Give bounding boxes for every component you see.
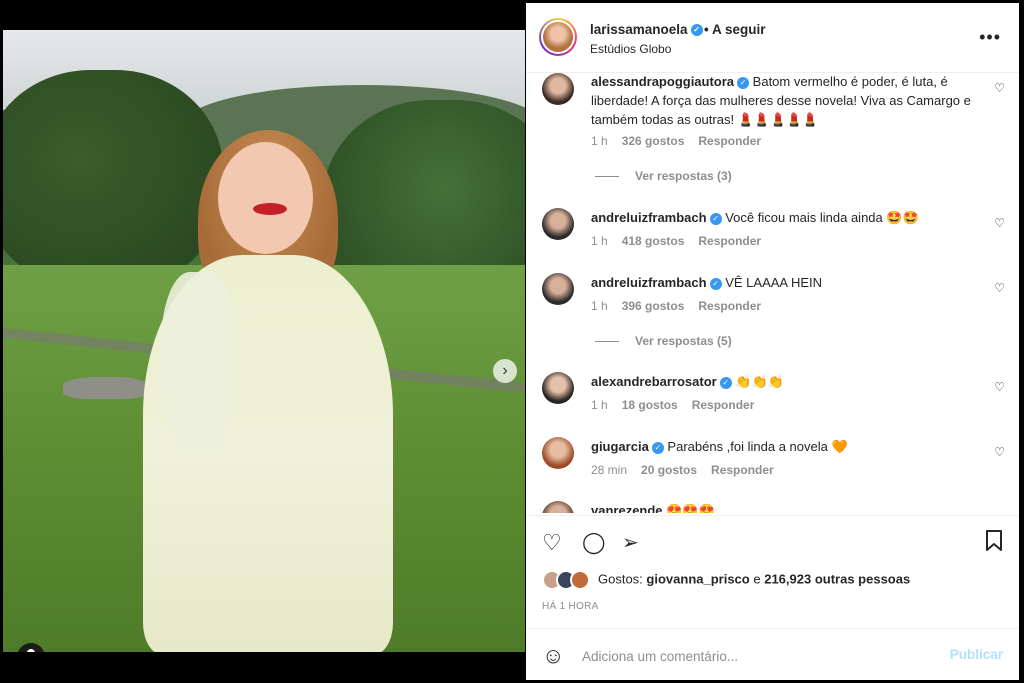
liker-username[interactable]: giovanna_prisco (646, 571, 749, 586)
commenter-avatar[interactable] (542, 208, 574, 240)
comment-username[interactable]: alexandrebarrosator (591, 374, 717, 389)
comment-body: giugarcia ✓ Parabéns ,foi linda a novela … (591, 437, 971, 456)
post-actions: ♡ ◯ ➢ (526, 515, 1019, 570)
commenter-avatar[interactable] (542, 372, 574, 404)
verified-icon: ✓ (709, 212, 722, 225)
likes-prefix: Gostos: (598, 571, 643, 587)
save-bookmark-icon[interactable] (985, 530, 1003, 558)
likes-summary: Gostos: giovanna_prisco e 216,923 outras… (542, 570, 910, 590)
likers-avatars (542, 570, 592, 590)
reply-button[interactable]: Responder (698, 134, 761, 148)
commenter-avatar[interactable] (542, 73, 574, 105)
comment-text: VÊ LAAAA HEIN (725, 275, 823, 290)
next-photo-chevron-icon[interactable]: › (493, 359, 517, 383)
comment-body: vanrezende 😍😍😍 (591, 501, 971, 513)
comment-text: Parabéns ,foi linda a novela 🧡 (667, 439, 848, 454)
like-comment-heart-icon[interactable]: ♡ (994, 380, 1005, 394)
comment-meta: 1 h 326 gostos Responder (591, 134, 775, 148)
comment-likes[interactable]: 326 gostos (622, 134, 685, 148)
post-header: larissamanoela ✓ • A seguir Estúdios Glob… (526, 3, 1019, 73)
post-timestamp[interactable]: HÁ 1 HORA (542, 601, 599, 612)
comment-likes[interactable]: 418 gostos (622, 234, 685, 248)
comment-text: 👏👏👏 (735, 374, 784, 389)
reply-button[interactable]: Responder (711, 463, 774, 477)
reply-button[interactable]: Responder (698, 234, 761, 248)
like-comment-heart-icon[interactable]: ♡ (994, 216, 1005, 230)
verified-icon: ✓ (709, 277, 722, 290)
comment-username[interactable]: andreluizframbach (591, 275, 707, 290)
comment-body: andreluizframbach ✓ VÊ LAAAA HEIN (591, 273, 971, 292)
comment-body: alexandrebarrosator ✓ 👏👏👏 (591, 372, 971, 391)
comment-input[interactable] (582, 646, 922, 666)
likes-conjunction: e (753, 571, 761, 587)
comment-body: andreluizframbach ✓ Você ficou mais linda… (591, 208, 971, 227)
comment-text: Você ficou mais linda ainda 🤩🤩 (725, 210, 919, 225)
comment-time: 1 h (591, 299, 608, 313)
commenter-avatar[interactable] (542, 437, 574, 469)
comment-time: 1 h (591, 398, 608, 412)
comment-meta: 1 h 18 gostos Responder (591, 398, 768, 412)
photo-rock (63, 377, 148, 399)
comment-meta: 1 h 418 gostos Responder (591, 234, 775, 248)
comment-time: 28 min (591, 463, 628, 477)
comment-meta: 28 min 20 gostos Responder (591, 463, 788, 477)
like-comment-heart-icon[interactable]: ♡ (994, 445, 1005, 459)
add-comment-bar: ☺ Publicar (526, 628, 1019, 680)
reply-button[interactable]: Responder (698, 299, 761, 313)
author-avatar[interactable] (539, 18, 577, 56)
like-comment-heart-icon[interactable]: ♡ (994, 81, 1005, 95)
commenter-avatar[interactable] (542, 501, 574, 513)
comment-username[interactable]: vanrezende (591, 503, 663, 513)
following-button[interactable]: • A seguir (704, 22, 766, 37)
verified-icon: ✓ (651, 441, 664, 454)
comment-username[interactable]: andreluizframbach (591, 210, 707, 225)
post-photo[interactable]: › (3, 30, 525, 652)
comment-likes[interactable]: 18 gostos (622, 398, 678, 412)
comment-likes[interactable]: 20 gostos (641, 463, 697, 477)
comment-likes[interactable]: 396 gostos (622, 299, 685, 313)
comments-list[interactable]: alessandrapoggiautora ✓ Batom vermelho é … (526, 73, 1019, 513)
emoji-icon[interactable]: ☺ (542, 643, 564, 669)
share-paper-plane-icon[interactable]: ➢ (622, 530, 639, 555)
photo-lips (253, 203, 287, 215)
reply-button[interactable]: Responder (692, 398, 755, 412)
comment-username[interactable]: alessandrapoggiautora (591, 74, 734, 89)
post-details-panel: larissamanoela ✓ • A seguir Estúdios Glob… (526, 3, 1019, 680)
likes-others-link[interactable]: 216,923 outras pessoas (764, 571, 910, 586)
comment-time: 1 h (591, 134, 608, 148)
comment-username[interactable]: giugarcia (591, 439, 649, 454)
verified-icon: ✓ (719, 376, 732, 389)
photo-trees-left (3, 70, 223, 290)
author-username[interactable]: larissamanoela ✓ (590, 22, 703, 37)
photo-face (218, 142, 313, 254)
comment-body: alessandrapoggiautora ✓ Batom vermelho é … (591, 73, 971, 129)
like-comment-heart-icon[interactable]: ♡ (994, 281, 1005, 295)
more-options-icon[interactable]: ••• (979, 27, 1001, 48)
post-location[interactable]: Estúdios Globo (590, 42, 671, 56)
photo-sleeve (161, 272, 233, 452)
comment-time: 1 h (591, 234, 608, 248)
comment-bubble-icon[interactable]: ◯ (582, 530, 606, 555)
post-modal: › larissamanoela ✓ • A seguir Estúdios Gl… (0, 0, 1024, 683)
comment-meta: 1 h 396 gostos Responder (591, 299, 775, 313)
verified-icon: ✓ (737, 76, 750, 89)
view-replies-button[interactable]: Ver respostas (5) (595, 334, 732, 348)
verified-icon: ✓ (690, 24, 703, 37)
publish-button[interactable]: Publicar (950, 647, 1003, 662)
view-replies-button[interactable]: Ver respostas (3) (595, 169, 732, 183)
comment-text: 😍😍😍 (666, 503, 715, 513)
commenter-avatar[interactable] (542, 273, 574, 305)
like-heart-icon[interactable]: ♡ (542, 530, 562, 556)
